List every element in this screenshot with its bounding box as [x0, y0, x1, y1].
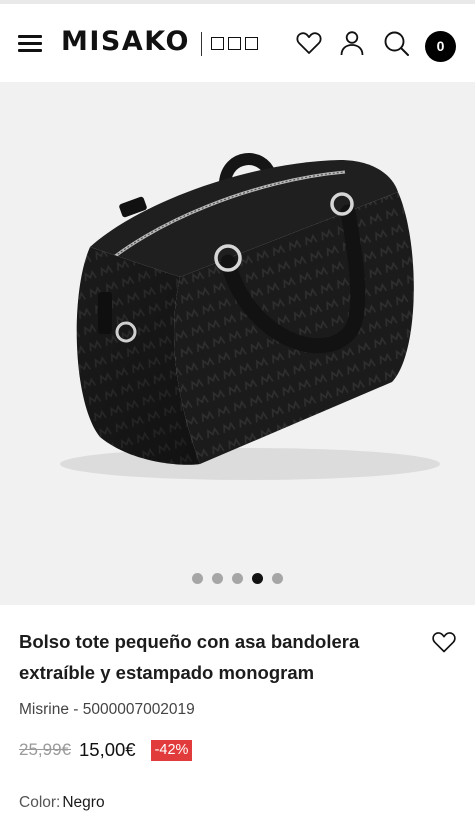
logo-mark-icon [211, 37, 258, 50]
product-image-gallery[interactable] [0, 82, 475, 605]
color-info: Color: Negro [19, 792, 105, 814]
original-price: 25,99€ [19, 740, 71, 759]
carousel-dot-3[interactable] [232, 573, 243, 584]
cart-count-badge[interactable]: 0 [425, 31, 456, 62]
carousel-dot-1[interactable] [192, 573, 203, 584]
search-icon[interactable] [381, 28, 411, 58]
color-value: Negro [62, 794, 105, 811]
site-header: MISAKO 0 [0, 4, 475, 82]
menu-icon[interactable] [18, 32, 44, 54]
carousel-dot-5[interactable] [272, 573, 283, 584]
color-label: Color: [19, 794, 61, 811]
brand-logo[interactable]: MISAKO [61, 26, 190, 58]
product-image [60, 153, 440, 480]
account-user-icon[interactable] [337, 28, 367, 58]
discount-badge: -42% [150, 739, 193, 761]
carousel-dot-4-active[interactable] [252, 573, 263, 584]
product-title: Bolso tote pequeño con asa bandolera ext… [19, 631, 360, 683]
sale-price: 15,00€ [79, 739, 136, 760]
carousel-pagination [0, 573, 475, 584]
carousel-dot-2[interactable] [212, 573, 223, 584]
wishlist-heart-icon[interactable] [294, 28, 324, 58]
price-row: 25,99€ 15,00€ -42% [19, 737, 193, 763]
logo-divider [201, 32, 202, 56]
product-reference: Misrine - 5000007002019 [19, 701, 195, 718]
add-to-wishlist-heart-icon[interactable] [430, 628, 458, 656]
